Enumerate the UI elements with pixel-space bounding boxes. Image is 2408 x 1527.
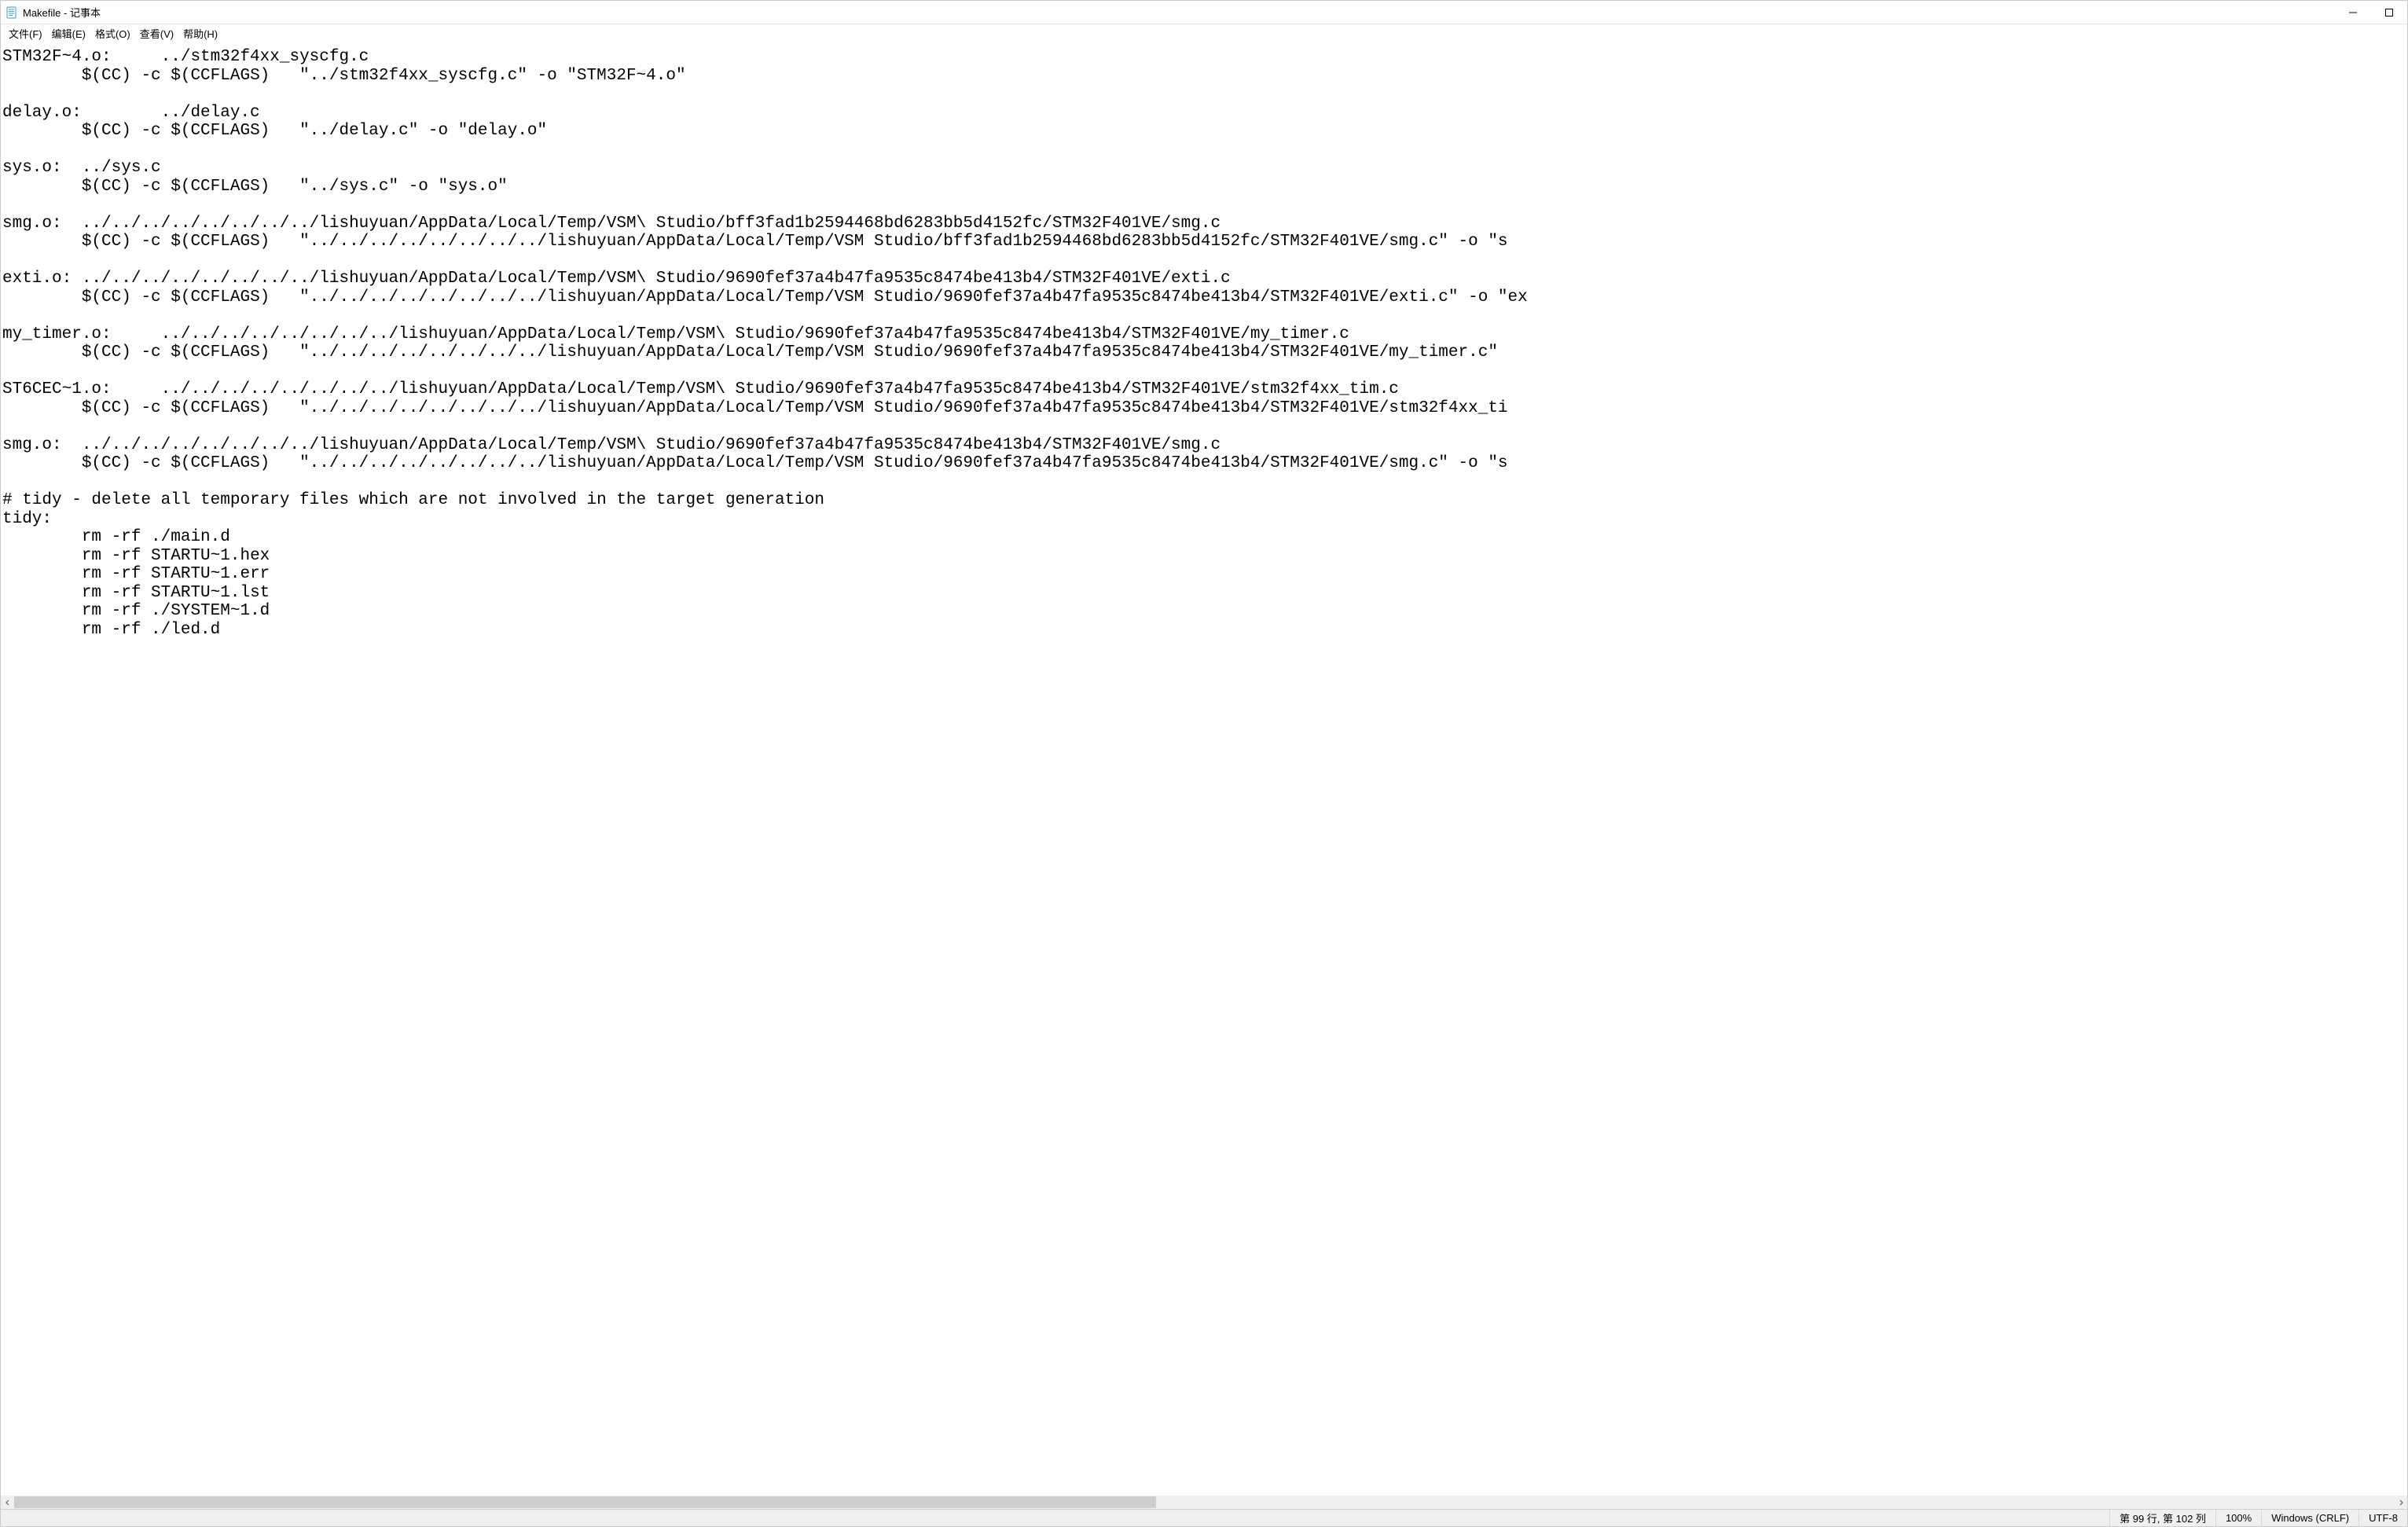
status-line-ending: Windows (CRLF): [2261, 1510, 2358, 1526]
notepad-icon: [6, 6, 18, 19]
editor-content[interactable]: STM32F~4.o: ../stm32f4xx_syscfg.c $(CC) …: [1, 42, 2407, 1496]
menu-help[interactable]: 帮助(H): [178, 24, 222, 42]
status-zoom: 100%: [2215, 1510, 2261, 1526]
menu-view[interactable]: 查看(V): [135, 24, 178, 42]
menubar: 文件(F) 编辑(E) 格式(O) 查看(V) 帮助(H): [1, 24, 2407, 42]
statusbar: 第 99 行, 第 102 列 100% Windows (CRLF) UTF-…: [1, 1509, 2407, 1526]
minimize-button[interactable]: [2335, 1, 2371, 24]
menu-edit[interactable]: 编辑(E): [47, 24, 90, 42]
menu-format[interactable]: 格式(O): [90, 24, 135, 42]
maximize-button[interactable]: [2371, 1, 2407, 24]
status-encoding: UTF-8: [2358, 1510, 2407, 1526]
notepad-window: Makefile - 记事本 文件(F) 编辑(E) 格式(O) 查看(V) 帮…: [0, 0, 2408, 1527]
window-title: Makefile - 记事本: [23, 5, 101, 20]
menu-file[interactable]: 文件(F): [4, 24, 47, 42]
scroll-left-arrow[interactable]: [1, 1496, 14, 1509]
status-position: 第 99 行, 第 102 列: [2109, 1510, 2215, 1526]
horizontal-scrollbar[interactable]: [1, 1496, 2407, 1509]
scroll-thumb[interactable]: [14, 1496, 1156, 1508]
titlebar: Makefile - 记事本: [1, 1, 2407, 24]
editor-area: STM32F~4.o: ../stm32f4xx_syscfg.c $(CC) …: [1, 42, 2407, 1509]
scroll-right-arrow[interactable]: [2394, 1496, 2407, 1509]
scroll-track[interactable]: [14, 1496, 2394, 1509]
